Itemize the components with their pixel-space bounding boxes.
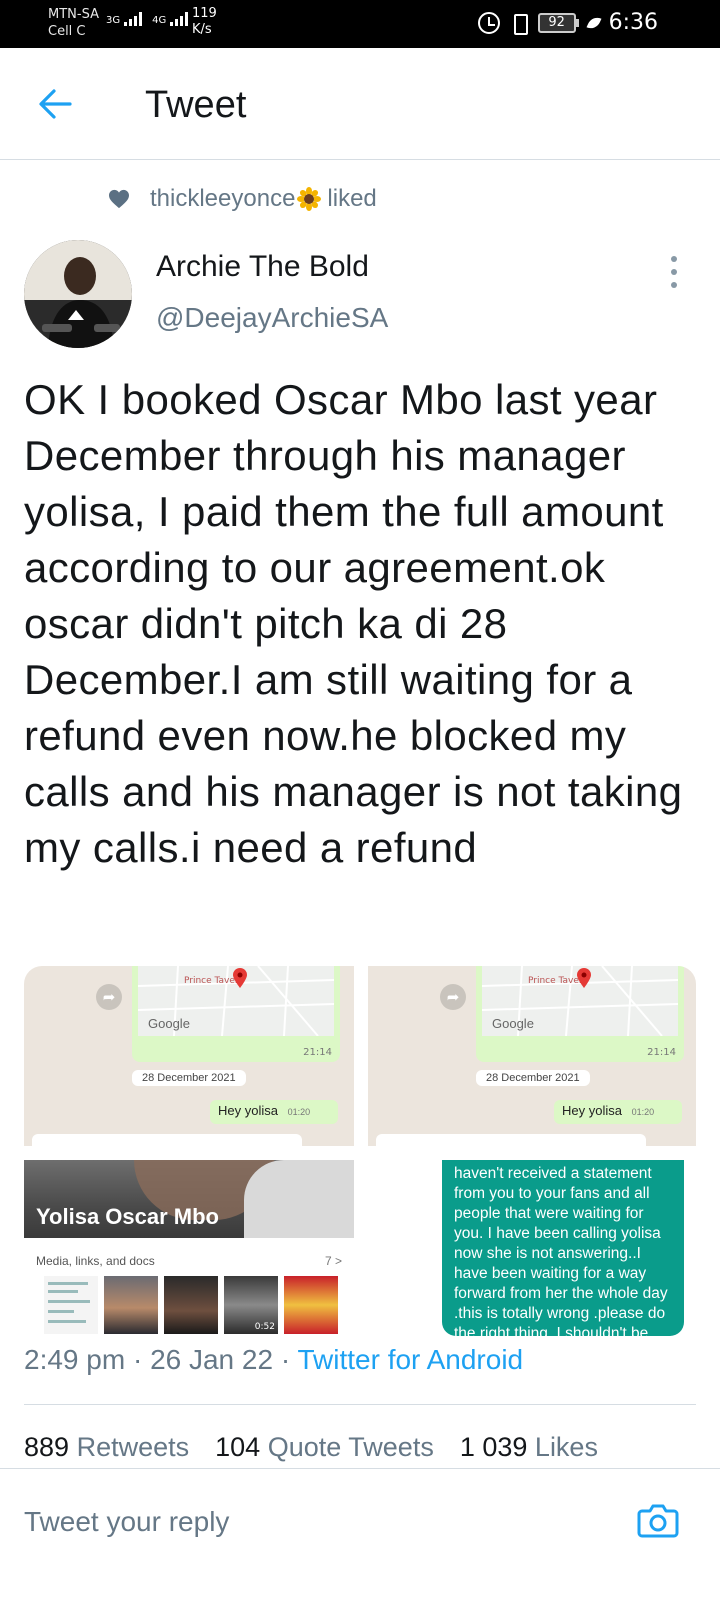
tweet-text: OK I booked Oscar Mbo last year December…	[24, 376, 683, 871]
location-message: Prince Tavern Google 21:14	[476, 966, 684, 1062]
author-name[interactable]: Archie The Bold	[156, 250, 369, 284]
media-image-1[interactable]: ➦ Prince Tavern Google 21:14 28 December…	[24, 966, 354, 1146]
tweet-meta: 2:49 pm · 26 Jan 22 · Twitter for Androi…	[24, 1344, 523, 1376]
carrier-info: MTN-SA Cell C	[48, 6, 99, 40]
media-image-3[interactable]: Yolisa Oscar Mbo Media, links, and docs …	[24, 1160, 354, 1342]
map-pin-icon	[577, 968, 591, 988]
alarm-icon	[477, 11, 500, 34]
media-thumbnails: 0:52	[44, 1276, 338, 1334]
map-brand: Google	[492, 1016, 534, 1031]
map-pin-icon	[233, 968, 247, 988]
speed-value: 119	[192, 6, 217, 21]
thumbnail-video: 0:52	[224, 1276, 278, 1334]
contact-header: Yolisa Oscar Mbo	[24, 1160, 354, 1238]
camera-icon	[637, 1504, 679, 1538]
more-options-button[interactable]	[666, 256, 682, 288]
likes-stat[interactable]: 1 039 Likes	[460, 1432, 598, 1463]
vibrate-icon	[508, 12, 530, 35]
tweet-source-link[interactable]: Twitter for Android	[297, 1344, 523, 1375]
avatar[interactable]	[24, 240, 132, 348]
more-vertical-icon	[671, 256, 677, 262]
network-speed: 119 K/s	[192, 6, 217, 38]
retweets-count: 889	[24, 1432, 70, 1462]
contact-name: Yolisa Oscar Mbo	[36, 1204, 219, 1229]
media-image-4[interactable]: haven't received a statement from you to…	[368, 1160, 696, 1342]
message-time: 21:14	[303, 1047, 332, 1058]
map-brand: Google	[148, 1016, 190, 1031]
chat-bubble-partial	[32, 1134, 302, 1146]
date-chip: 28 December 2021	[132, 1070, 246, 1086]
quote-tweets-count: 104	[215, 1432, 261, 1462]
battery-level: 92	[537, 12, 576, 33]
author-handle[interactable]: @DeejayArchieSA	[156, 302, 388, 334]
liked-label: liked	[327, 185, 377, 212]
status-bar: MTN-SA Cell C 3G 4G 119 K/s 92 6:36	[0, 0, 720, 48]
sunflower-emoji-icon	[297, 187, 322, 211]
heart-icon	[109, 189, 129, 209]
likes-label: Likes	[534, 1432, 598, 1462]
network-type-1: 3G	[106, 15, 121, 26]
camera-button[interactable]	[636, 1498, 680, 1542]
chat-message: Hey yolisa	[562, 1103, 622, 1118]
media-count: 7 >	[324, 1254, 342, 1268]
video-duration: 0:52	[254, 1322, 275, 1332]
thumbnail-photo	[104, 1276, 158, 1334]
thumbnail-photo	[164, 1276, 218, 1334]
forward-icon: ➦	[96, 984, 122, 1010]
message-time: 21:14	[647, 1047, 676, 1058]
battery-icon: 92	[537, 12, 579, 33]
chat-message: Hey yolisa	[218, 1103, 278, 1118]
chat-message-green: haven't received a statement from you to…	[442, 1160, 684, 1336]
map-preview: Prince Tavern Google	[138, 966, 334, 1036]
divider	[0, 1468, 720, 1469]
network-signal: 3G 4G	[106, 10, 194, 26]
chat-time: 01:20	[287, 1107, 311, 1117]
signal-icon	[124, 10, 143, 26]
map-preview: Prince Tavern Google	[482, 966, 678, 1036]
network-type-2: 4G	[152, 15, 167, 26]
quote-tweets-label: Quote Tweets	[267, 1432, 434, 1462]
tweet-time: 2:49 pm	[24, 1344, 126, 1375]
media-image-2[interactable]: ➦ Prince Tavern Google 21:14 28 December…	[368, 966, 696, 1146]
thumbnail-document	[44, 1276, 98, 1334]
retweets-stat[interactable]: 889 Retweets	[24, 1432, 189, 1463]
app-header: Tweet	[0, 48, 720, 160]
back-button[interactable]	[36, 84, 76, 124]
power-saving-icon	[587, 14, 601, 32]
thumbnail-poster	[284, 1276, 338, 1334]
meta-separator: ·	[273, 1344, 298, 1375]
arrow-left-icon	[39, 89, 72, 119]
carrier-1: MTN-SA	[48, 7, 99, 22]
status-icons: 92 6:36	[477, 10, 658, 35]
carrier-2: Cell C	[48, 24, 86, 39]
forward-icon: ➦	[440, 984, 466, 1010]
chat-bubble: Hey yolisa 01:20	[210, 1100, 338, 1124]
meta-separator: ·	[125, 1344, 151, 1375]
location-message: Prince Tavern Google 21:14	[132, 966, 340, 1062]
chat-time: 01:20	[631, 1107, 655, 1117]
chat-bubble: Hey yolisa 01:20	[554, 1100, 682, 1124]
likes-count: 1 039	[459, 1432, 528, 1462]
date-chip: 28 December 2021	[476, 1070, 590, 1086]
page-title: Tweet	[145, 84, 247, 126]
liker-name: thickleeyonce	[150, 185, 296, 212]
media-grid: ➦ Prince Tavern Google 21:14 28 December…	[24, 966, 696, 1342]
chat-bubble-partial	[376, 1134, 646, 1146]
signal-icon	[170, 10, 189, 26]
reply-input[interactable]	[24, 1500, 604, 1544]
clock: 6:36	[608, 10, 658, 35]
retweets-label: Retweets	[76, 1432, 190, 1462]
media-links-label: Media, links, and docs	[36, 1254, 155, 1268]
social-context[interactable]: thickleeyonce liked	[108, 184, 377, 214]
divider	[24, 1404, 696, 1405]
speed-unit: K/s	[192, 22, 212, 37]
tweet-date: 26 Jan 22	[150, 1344, 274, 1375]
quote-tweets-stat[interactable]: 104 Quote Tweets	[215, 1432, 434, 1463]
avatar-image	[24, 240, 132, 348]
tweet-stats: 889 Retweets 104 Quote Tweets 1 039 Like…	[24, 1432, 598, 1463]
